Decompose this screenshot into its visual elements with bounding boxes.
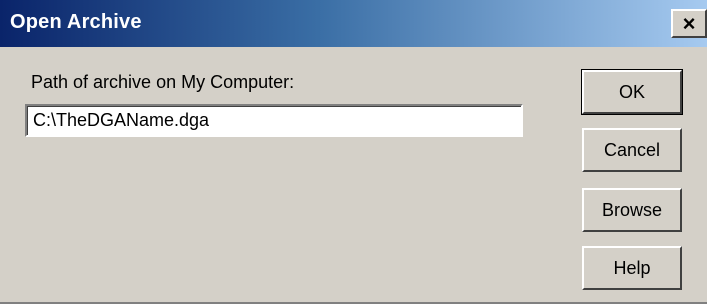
close-button[interactable]: × <box>671 9 707 38</box>
browse-button[interactable]: Browse <box>582 188 682 232</box>
title-bar[interactable]: Open Archive × <box>0 0 707 47</box>
archive-path-input[interactable] <box>25 104 523 137</box>
ok-button[interactable]: OK <box>581 69 683 115</box>
help-button[interactable]: Help <box>582 246 682 290</box>
path-label: Path of archive on My Computer: <box>31 72 295 92</box>
close-icon: × <box>682 10 696 36</box>
open-archive-dialog: Open Archive × Path of archive on My Com… <box>0 0 707 304</box>
cancel-button[interactable]: Cancel <box>582 128 682 172</box>
window-title: Open Archive <box>10 11 142 33</box>
